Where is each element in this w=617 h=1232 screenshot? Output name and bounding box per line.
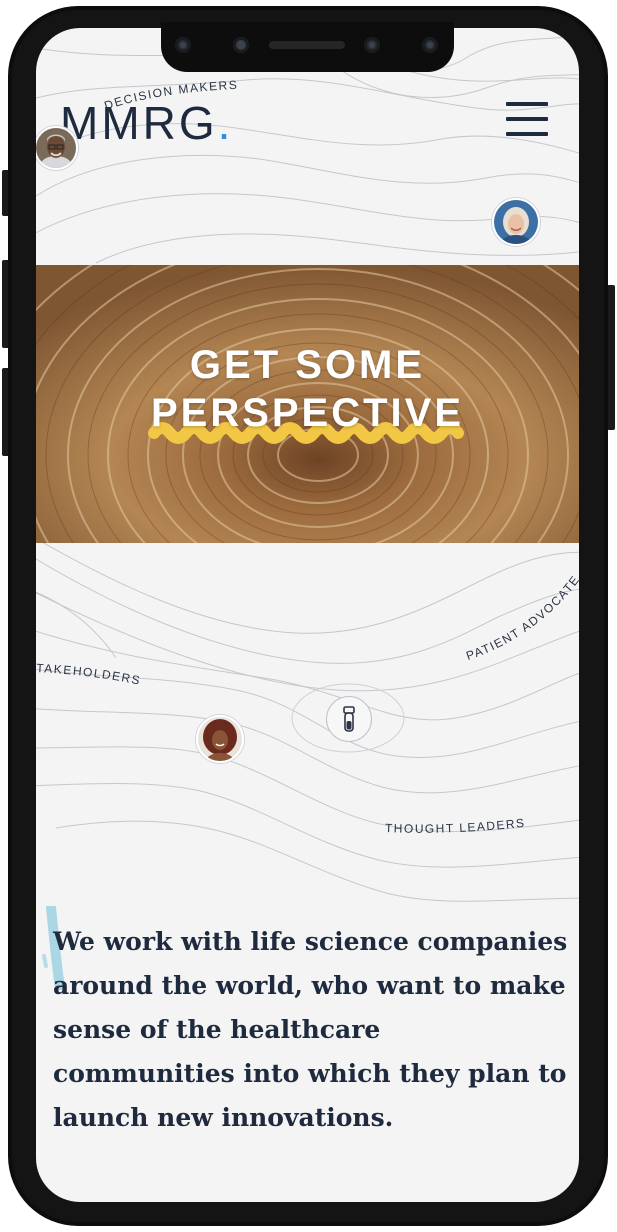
decision-makers-label: DECISION MAKERS <box>102 78 238 113</box>
hamburger-menu-icon[interactable] <box>506 102 548 136</box>
svg-text:TAKEHOLDERS: TAKEHOLDERS <box>36 661 142 688</box>
avatar-woman-curly-hair <box>196 715 244 763</box>
side-button-power <box>607 285 615 430</box>
decision-makers-text: DECISION MAKERS <box>102 78 237 113</box>
test-tube-icon <box>326 696 372 742</box>
stakeholders-label: TAKEHOLDERS <box>36 661 142 688</box>
thought-leaders-label: THOUGHT LEADERS <box>385 816 526 836</box>
ambient-light-sensor-icon <box>422 37 438 53</box>
svg-text:THOUGHT LEADERS: THOUGHT LEADERS <box>385 816 526 836</box>
svg-text:DECISION MAKERS: DECISION MAKERS <box>102 78 238 113</box>
hero-title-line1: GET SOME <box>189 343 426 387</box>
stakeholders-text: TAKEHOLDERS <box>36 661 141 688</box>
earpiece-speaker <box>269 41 345 49</box>
proximity-sensor-icon <box>364 37 380 53</box>
sensor-icon <box>233 37 249 53</box>
hero-banner: GET SOME PERSPECTIVE <box>36 265 579 543</box>
hero-title-line2: PERSPECTIVE <box>150 391 465 435</box>
patient-advocates-label: PATIENT ADVOCATES <box>456 568 579 663</box>
thought-leaders-text: THOUGHT LEADERS <box>385 816 525 836</box>
phone-screen[interactable]: MMRG. DECISION MAKERS GET SOME PERSPECTI… <box>36 28 579 1202</box>
intro-paragraph: We work with life science companies arou… <box>53 927 568 1132</box>
avatar-man-glasses <box>36 126 78 170</box>
avatar-woman-blonde <box>492 198 540 246</box>
phone-notch <box>161 22 454 72</box>
svg-text:PATIENT ADVOCATES: PATIENT ADVOCATES <box>456 568 579 663</box>
front-camera-icon <box>175 37 191 53</box>
patient-advocates-text: PATIENT ADVOCATES <box>456 568 579 663</box>
